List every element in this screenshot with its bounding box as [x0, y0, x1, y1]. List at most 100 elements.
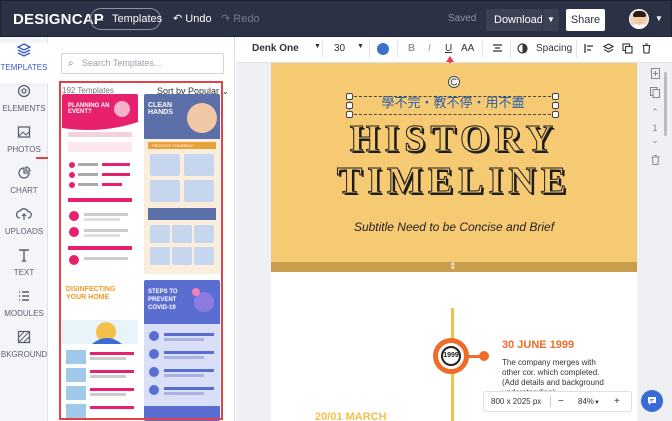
scrollbar-thumb[interactable]: [664, 72, 667, 136]
sidebar-item-label: CHART: [10, 186, 38, 195]
timeline-year-inner: 1999: [441, 346, 461, 366]
sidebar-item-label: MODULES: [4, 309, 44, 318]
layers-order-icon[interactable]: [602, 43, 615, 57]
chat-support-button[interactable]: [641, 390, 663, 412]
sidebar: TEMPLATES ELEMENTS PHOTOS CHART UPLOADS: [0, 37, 48, 421]
redo-icon: ↷: [221, 13, 234, 25]
divider: [576, 41, 577, 58]
sidebar-item-uploads[interactable]: UPLOADS: [0, 207, 48, 247]
photo-icon: [0, 125, 48, 142]
timeline-year-circle[interactable]: 1999: [433, 338, 469, 374]
title-line-2[interactable]: TIMELINE: [271, 161, 637, 202]
copy-page-icon[interactable]: [646, 87, 664, 100]
avatar-chevron-down-icon[interactable]: ▼: [655, 14, 663, 23]
sidebar-item-text[interactable]: TEXT: [0, 248, 48, 288]
chevron-down-icon: ▼: [314, 43, 321, 50]
download-label: Download: [494, 14, 543, 26]
undo-icon: ↶: [173, 13, 186, 25]
sidebar-item-background[interactable]: BKGROUND: [0, 330, 48, 370]
text-icon: [0, 248, 48, 265]
bold-button[interactable]: B: [408, 43, 415, 54]
sidebar-item-modules[interactable]: MODULES: [0, 289, 48, 329]
uppercase-button[interactable]: AA: [461, 43, 474, 54]
text-color-picker[interactable]: [377, 43, 389, 55]
chat-icon: [648, 397, 656, 405]
sidebar-item-templates[interactable]: TEMPLATES: [0, 43, 48, 83]
sidebar-item-label: ELEMENTS: [2, 104, 46, 113]
delete-icon[interactable]: [641, 43, 652, 57]
chinese-slogan-text[interactable]: 學不完・教不停・用不盡: [348, 93, 558, 115]
templates-button[interactable]: ‹ Templates: [90, 8, 163, 30]
rotate-handle[interactable]: [448, 76, 460, 88]
chevron-down-icon[interactable]: ⌄: [646, 135, 664, 146]
upload-icon: [0, 207, 48, 224]
divider: [322, 41, 323, 58]
zoom-in-button[interactable]: +: [614, 392, 620, 411]
sidebar-item-label: TEMPLATES: [0, 63, 48, 72]
zoom-percent-select[interactable]: 84%▼: [578, 392, 600, 413]
align-objects-icon[interactable]: [584, 43, 595, 57]
divider: [397, 41, 398, 58]
avatar[interactable]: [629, 9, 649, 29]
pie-chart-icon: [0, 166, 48, 183]
chevron-left-icon: ‹: [100, 13, 104, 25]
avatar-hair: [633, 11, 646, 17]
templates-button-label: Templates: [112, 13, 163, 25]
redo-button[interactable]: ↷ Redo: [221, 12, 260, 25]
align-center-icon[interactable]: [492, 43, 503, 57]
duplicate-icon[interactable]: [622, 43, 633, 57]
redo-label: Redo: [233, 13, 260, 25]
divider: [550, 396, 551, 407]
font-family-select[interactable]: Denk One ▼: [252, 43, 321, 54]
divider: [369, 41, 370, 58]
subtitle-text[interactable]: Subtitle Need to be Concise and Brief: [271, 220, 637, 234]
chevron-down-icon: ▼: [594, 400, 600, 406]
underline-button[interactable]: U: [445, 43, 452, 54]
undo-label: Undo: [185, 13, 212, 25]
canvas-size-label: 800 x 2025 px: [491, 397, 542, 406]
sidebar-item-label: BKGROUND: [0, 350, 48, 359]
top-bar: DESIGNCAP ‹ Templates ↶ Undo ↷ Redo Save…: [0, 0, 672, 37]
undo-button[interactable]: ↶ Undo: [173, 12, 212, 25]
timeline-date-2[interactable]: 20/01 MARCH: [315, 411, 387, 421]
sidebar-item-label: TEXT: [13, 268, 35, 277]
transparency-icon[interactable]: [517, 43, 528, 57]
trash-icon[interactable]: [646, 155, 664, 167]
elements-icon: [0, 84, 48, 101]
modules-icon: [0, 289, 48, 306]
timeline-year: 1999: [443, 352, 459, 359]
chevron-down-icon[interactable]: ▼: [542, 9, 559, 31]
search-icon: ⌕: [68, 58, 74, 69]
font-family-label: Denk One: [252, 43, 299, 54]
italic-button[interactable]: I: [428, 43, 431, 54]
chevron-down-icon: ▼: [357, 43, 364, 50]
logo-text: DESIGN: [13, 11, 72, 28]
add-page-icon[interactable]: [646, 68, 664, 81]
download-button[interactable]: Download ▼: [486, 9, 559, 31]
divider: [510, 41, 511, 58]
spacing-button[interactable]: Spacing: [536, 43, 572, 54]
background-icon: [0, 330, 48, 347]
app-window: DESIGNCAP ‹ Templates ↶ Undo ↷ Redo Save…: [0, 0, 672, 421]
share-button[interactable]: Share: [566, 9, 605, 31]
resize-vertical-icon[interactable]: ⇕: [449, 261, 457, 272]
sidebar-item-label: UPLOADS: [4, 227, 44, 236]
title-line-1[interactable]: HISTORY: [271, 119, 637, 160]
sidebar-item-elements[interactable]: ELEMENTS: [0, 84, 48, 124]
highlight-annotation-box: [59, 81, 223, 420]
font-size-label: 30: [334, 43, 346, 54]
sidebar-item-chart[interactable]: CHART: [0, 166, 48, 206]
divider: [482, 41, 483, 58]
search-input[interactable]: ⌕ Search Templates...: [61, 53, 224, 74]
zoom-percent: 84%: [578, 397, 595, 406]
layers-icon: [0, 43, 48, 60]
timeline-date[interactable]: 30 JUNE 1999: [502, 339, 574, 351]
text-toolbar: Denk One ▼ 30 ▼ B I U AA Spacing: [236, 37, 672, 63]
search-placeholder: Search Templates...: [82, 58, 162, 68]
page-number: 1: [652, 123, 658, 133]
chevron-up-icon[interactable]: ⌃: [646, 107, 664, 118]
timeline-dot: [479, 351, 489, 361]
zoom-out-button[interactable]: −: [558, 392, 564, 411]
font-size-select[interactable]: 30 ▼: [334, 43, 364, 54]
saved-status: Saved: [448, 13, 477, 24]
